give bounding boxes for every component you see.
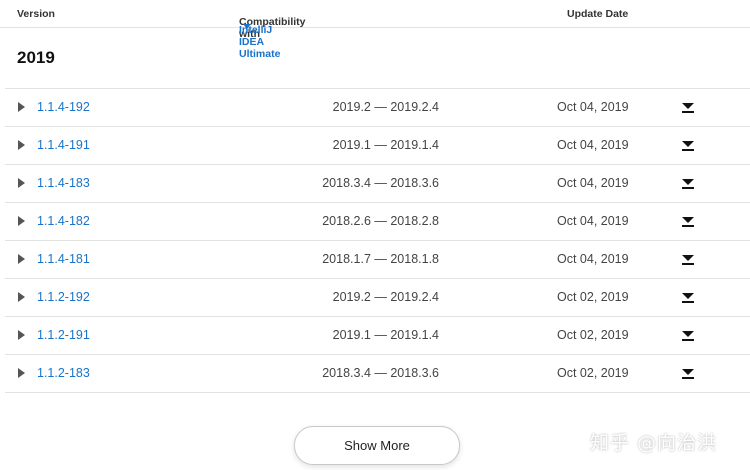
compatibility-range: 2018.1.7 — 2018.1.8 — [322, 252, 439, 266]
caret-right-icon[interactable] — [18, 368, 25, 378]
download-icon[interactable] — [681, 253, 695, 267]
product-dropdown-label[interactable]: IntelliJ IDEA Ultimate — [239, 24, 280, 60]
table-row[interactable]: 1.1.2-183 2018.3.4 — 2018.3.6 Oct 02, 2019 — [5, 355, 750, 393]
download-icon[interactable] — [681, 215, 695, 229]
show-more-button[interactable]: Show More — [294, 426, 460, 465]
compatibility-range: 2018.2.6 — 2018.2.8 — [322, 214, 439, 228]
download-icon[interactable] — [681, 367, 695, 381]
table-row[interactable]: 1.1.4-192 2019.2 — 2019.2.4 Oct 04, 2019 — [5, 89, 750, 127]
table-row[interactable]: 1.1.2-192 2019.2 — 2019.2.4 Oct 02, 2019 — [5, 279, 750, 317]
caret-right-icon[interactable] — [18, 140, 25, 150]
download-icon[interactable] — [681, 177, 695, 191]
year-heading: 2019 — [17, 48, 55, 67]
caret-right-icon[interactable] — [18, 330, 25, 340]
table-row[interactable]: 1.1.4-183 2018.3.4 — 2018.3.6 Oct 04, 2019 — [5, 165, 750, 203]
version-link[interactable]: 1.1.2-191 — [37, 328, 90, 342]
table-row[interactable]: 1.1.2-191 2019.1 — 2019.1.4 Oct 02, 2019 — [5, 317, 750, 355]
compatibility-range: 2019.1 — 2019.1.4 — [332, 328, 439, 342]
compatibility-range: 2019.1 — 2019.1.4 — [332, 138, 439, 152]
version-link[interactable]: 1.1.4-191 — [37, 138, 90, 152]
download-icon[interactable] — [681, 101, 695, 115]
table-row[interactable]: 1.1.4-182 2018.2.6 — 2018.2.8 Oct 04, 2019 — [5, 203, 750, 241]
version-link[interactable]: 1.1.2-183 — [37, 366, 90, 380]
column-header-version: Version — [17, 8, 55, 20]
update-date: Oct 04, 2019 — [557, 100, 629, 114]
caret-right-icon[interactable] — [18, 178, 25, 188]
update-date: Oct 04, 2019 — [557, 176, 629, 190]
version-link[interactable]: 1.1.4-182 — [37, 214, 90, 228]
update-date: Oct 02, 2019 — [557, 290, 629, 304]
table-row[interactable]: 1.1.4-181 2018.1.7 — 2018.1.8 Oct 04, 2019 — [5, 241, 750, 279]
version-link[interactable]: 1.1.4-181 — [37, 252, 90, 266]
update-date: Oct 02, 2019 — [557, 328, 629, 342]
column-header-update-date: Update Date — [567, 8, 629, 20]
compatibility-range: 2018.3.4 — 2018.3.6 — [322, 176, 439, 190]
compatibility-range: 2019.2 — 2019.2.4 — [332, 100, 439, 114]
version-link[interactable]: 1.1.4-192 — [37, 100, 90, 114]
watermark: 知乎 @向治洪 — [590, 432, 718, 454]
caret-right-icon[interactable] — [18, 254, 25, 264]
versions-table: 1.1.4-192 2019.2 — 2019.2.4 Oct 04, 2019 1.… — [5, 88, 750, 393]
download-icon[interactable] — [681, 139, 695, 153]
download-icon[interactable] — [681, 291, 695, 305]
version-link[interactable]: 1.1.4-183 — [37, 176, 90, 190]
caret-right-icon[interactable] — [18, 292, 25, 302]
caret-right-icon[interactable] — [18, 216, 25, 226]
caret-down-icon[interactable] — [243, 24, 251, 29]
version-link[interactable]: 1.1.2-192 — [37, 290, 90, 304]
update-date: Oct 04, 2019 — [557, 214, 629, 228]
download-icon[interactable] — [681, 329, 695, 343]
update-date: Oct 02, 2019 — [557, 366, 629, 380]
caret-right-icon[interactable] — [18, 102, 25, 112]
update-date: Oct 04, 2019 — [557, 138, 629, 152]
table-header: Version Compatibility with IntelliJ IDEA… — [0, 0, 750, 60]
table-row[interactable]: 1.1.4-191 2019.1 — 2019.1.4 Oct 04, 2019 — [5, 127, 750, 165]
compatibility-range: 2018.3.4 — 2018.3.6 — [322, 366, 439, 380]
update-date: Oct 04, 2019 — [557, 252, 629, 266]
compatibility-range: 2019.2 — 2019.2.4 — [332, 290, 439, 304]
